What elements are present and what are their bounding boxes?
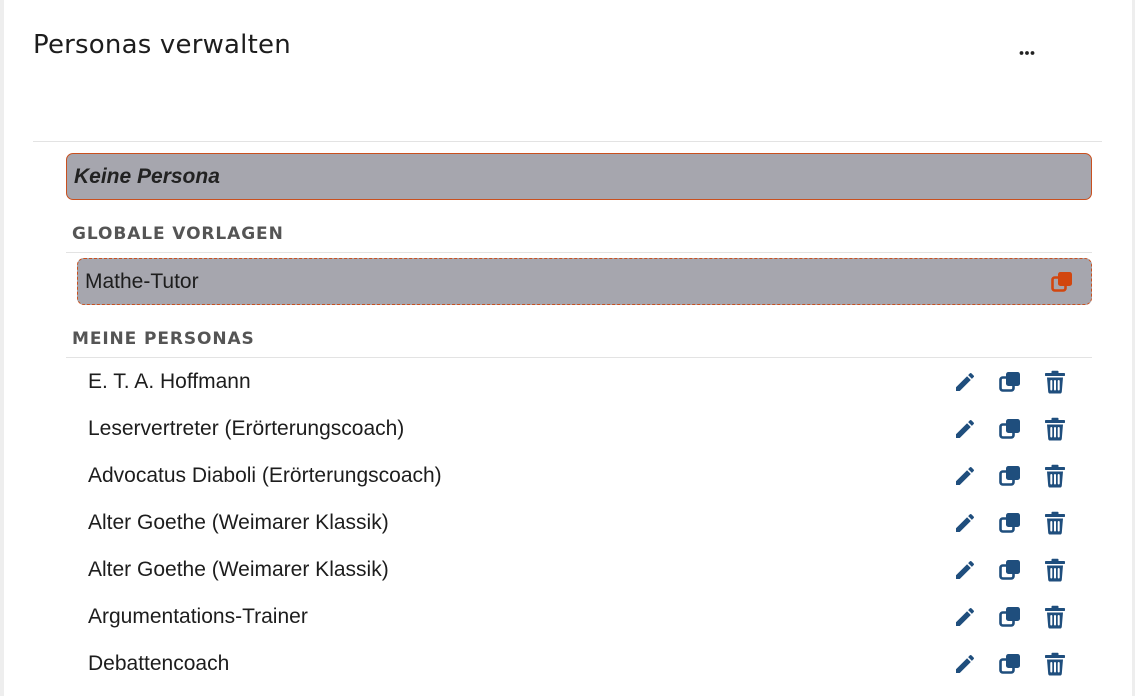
pencil-icon [953, 605, 977, 629]
duplicate-persona-button[interactable] [995, 649, 1025, 679]
copy-icon [998, 558, 1022, 582]
delete-persona-button[interactable] [1040, 461, 1070, 491]
persona-actions [935, 367, 1070, 397]
my-personas-section-header: MEINE PERSONAS [66, 305, 1092, 358]
trash-icon [1044, 558, 1066, 582]
delete-persona-button[interactable] [1040, 508, 1070, 538]
delete-persona-button[interactable] [1040, 649, 1070, 679]
persona-list-item[interactable]: Alter Goethe (Weimarer Klassik) [66, 499, 1092, 546]
delete-persona-button[interactable] [1040, 555, 1070, 585]
persona-label: Alter Goethe (Weimarer Klassik) [88, 510, 389, 534]
persona-label: Argumentations-Trainer [88, 604, 308, 628]
copy-icon [1050, 270, 1074, 294]
duplicate-persona-button[interactable] [995, 461, 1025, 491]
header-divider [33, 141, 1102, 142]
edit-persona-button[interactable] [950, 414, 980, 444]
copy-icon [998, 605, 1022, 629]
section-divider [66, 252, 1092, 253]
edit-persona-button[interactable] [950, 555, 980, 585]
pencil-icon [953, 370, 977, 394]
more-options-button[interactable] [1010, 38, 1044, 66]
copy-icon [998, 417, 1022, 441]
pencil-icon [953, 417, 977, 441]
global-templates-heading: GLOBALE VORLAGEN [72, 224, 284, 244]
no-persona-option[interactable]: Keine Persona [66, 153, 1092, 200]
copy-template-button[interactable] [1047, 267, 1077, 297]
persona-actions [935, 461, 1070, 491]
trash-icon [1044, 370, 1066, 394]
persona-label: Leservertreter (Erörterungscoach) [88, 416, 405, 440]
edit-persona-button[interactable] [950, 649, 980, 679]
duplicate-persona-button[interactable] [995, 414, 1025, 444]
persona-list-item[interactable]: E. T. A. Hoffmann [66, 358, 1092, 405]
persona-manager-panel: Personas verwalten Keine Persona GLOBALE… [0, 0, 1135, 696]
persona-list-item[interactable]: Debattencoach [66, 640, 1092, 687]
persona-label: Advocatus Diaboli (Erörterungscoach) [88, 463, 442, 487]
trash-icon [1044, 605, 1066, 629]
persona-actions [935, 602, 1070, 632]
duplicate-persona-button[interactable] [995, 508, 1025, 538]
delete-persona-button[interactable] [1040, 367, 1070, 397]
pencil-icon [953, 558, 977, 582]
edit-persona-button[interactable] [950, 602, 980, 632]
delete-persona-button[interactable] [1040, 414, 1070, 444]
trash-icon [1044, 511, 1066, 535]
copy-icon [998, 652, 1022, 676]
persona-list-item[interactable]: Alter Goethe (Weimarer Klassik) [66, 546, 1092, 593]
copy-icon [998, 464, 1022, 488]
persona-label: Alter Goethe (Weimarer Klassik) [88, 557, 389, 581]
persona-actions [935, 508, 1070, 538]
persona-list-item[interactable]: Advocatus Diaboli (Erörterungscoach) [66, 452, 1092, 499]
section-divider [66, 357, 1092, 358]
edit-persona-button[interactable] [950, 508, 980, 538]
persona-label: Debattencoach [88, 651, 230, 675]
persona-label: E. T. A. Hoffmann [88, 369, 251, 393]
persona-list: Keine Persona GLOBALE VORLAGEN Mathe-Tut… [66, 153, 1092, 687]
persona-actions [935, 649, 1070, 679]
edit-persona-button[interactable] [950, 461, 980, 491]
copy-icon [998, 370, 1022, 394]
my-personas-list: E. T. A. Hoffmann Leservertreter (Erörte… [66, 358, 1092, 687]
persona-actions [935, 414, 1070, 444]
duplicate-persona-button[interactable] [995, 602, 1025, 632]
duplicate-persona-button[interactable] [995, 367, 1025, 397]
trash-icon [1044, 652, 1066, 676]
trash-icon [1044, 464, 1066, 488]
pencil-icon [953, 511, 977, 535]
ellipsis-icon [1019, 43, 1035, 61]
delete-persona-button[interactable] [1040, 602, 1070, 632]
no-persona-label: Keine Persona [74, 164, 220, 188]
pencil-icon [953, 652, 977, 676]
my-personas-heading: MEINE PERSONAS [72, 329, 255, 349]
template-item-label: Mathe-Tutor [85, 269, 199, 293]
persona-list-item[interactable]: Leservertreter (Erörterungscoach) [66, 405, 1092, 452]
duplicate-persona-button[interactable] [995, 555, 1025, 585]
copy-icon [998, 511, 1022, 535]
template-item-mathe-tutor[interactable]: Mathe-Tutor [77, 258, 1092, 305]
page-title: Personas verwalten [33, 30, 291, 60]
edit-persona-button[interactable] [950, 367, 980, 397]
persona-actions [935, 555, 1070, 585]
pencil-icon [953, 464, 977, 488]
trash-icon [1044, 417, 1066, 441]
persona-list-item[interactable]: Argumentations-Trainer [66, 593, 1092, 640]
global-templates-section-header: GLOBALE VORLAGEN [66, 200, 1092, 253]
